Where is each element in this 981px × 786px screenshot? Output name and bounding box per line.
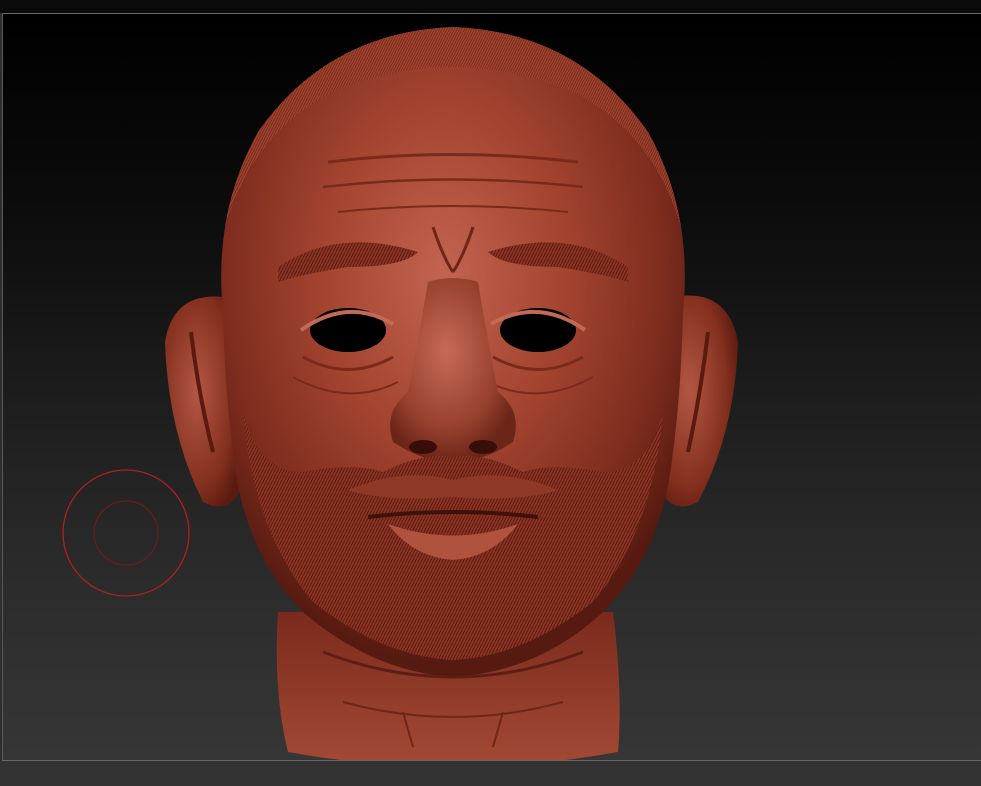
sculpted-head-model[interactable] [153, 13, 753, 761]
bottom-tray-strip [0, 761, 981, 786]
brush-outer-ring [62, 469, 190, 597]
zbrush-window [0, 0, 981, 786]
viewport-canvas[interactable] [2, 13, 981, 761]
brush-cursor [62, 469, 190, 597]
top-toolbar-strip [0, 0, 981, 13]
brush-inner-ring [93, 500, 159, 566]
